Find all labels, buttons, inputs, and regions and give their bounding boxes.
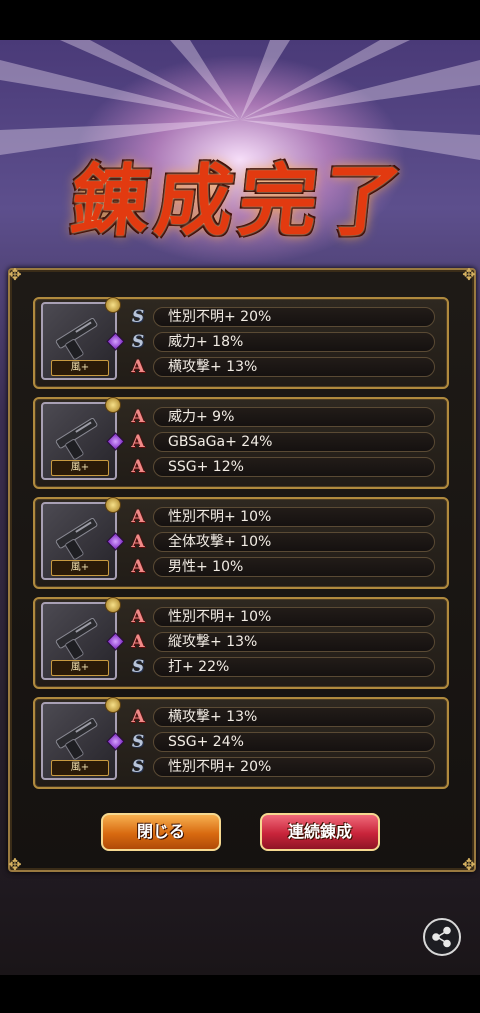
stat-row: S 性別不明+ 20%: [129, 307, 435, 327]
share-button[interactable]: [423, 918, 461, 956]
stat-row: S SSG+ 24%: [129, 732, 435, 752]
gold-coin-icon: [105, 397, 121, 413]
rank-badge: A: [131, 432, 145, 452]
rank-badge: A: [131, 532, 145, 552]
stat-text: 威力+ 18%: [153, 332, 435, 352]
ornament-icon: ✥: [8, 855, 22, 874]
status-bar: [0, 0, 480, 40]
item-card: 風+ S 性別不明+ 20% S 威力+ 18% A 横攻撃+ 13%: [33, 297, 449, 389]
stat-row: S 威力+ 18%: [129, 332, 435, 352]
stat-row: A 横攻撃+ 13%: [129, 707, 435, 727]
gold-coin-icon: [105, 497, 121, 513]
rank-badge: A: [131, 607, 145, 627]
stat-row: A 全体攻撃+ 10%: [129, 532, 435, 552]
stat-row: A 縦攻撃+ 13%: [129, 632, 435, 652]
rank-badge: A: [131, 632, 145, 652]
stat-text: 性別不明+ 20%: [153, 307, 435, 327]
weapon-element-label: 風+: [51, 560, 109, 576]
repeat-refine-button[interactable]: 連続錬成: [260, 813, 380, 851]
navigation-bar: [0, 975, 480, 1013]
rank-badge: S: [131, 307, 145, 327]
stat-text: 性別不明+ 10%: [153, 507, 435, 527]
rank-badge: A: [131, 407, 145, 427]
stat-text: SSG+ 12%: [153, 457, 435, 477]
rank-badge: A: [131, 357, 145, 377]
gold-coin-icon: [105, 297, 121, 313]
stat-text: 横攻撃+ 13%: [153, 357, 435, 377]
rank-badge: A: [131, 707, 145, 727]
gold-coin-icon: [105, 697, 121, 713]
stat-row: A 性別不明+ 10%: [129, 607, 435, 627]
item-card: 風+ A 性別不明+ 10% A 全体攻撃+ 10% A 男性+ 10%: [33, 497, 449, 589]
item-card: 風+ A 威力+ 9% A GBSaGa+ 24% A SSG+ 12%: [33, 397, 449, 489]
rank-badge: S: [131, 332, 145, 352]
item-card: 風+ A 横攻撃+ 13% S SSG+ 24% S 性別不明+ 20%: [33, 697, 449, 789]
rank-badge: A: [131, 557, 145, 577]
ornament-icon: ✥: [8, 265, 22, 284]
stat-text: GBSaGa+ 24%: [153, 432, 435, 452]
stat-text: 打+ 22%: [153, 657, 435, 677]
weapon-element-label: 風+: [51, 660, 109, 676]
stat-row: A 性別不明+ 10%: [129, 507, 435, 527]
stat-row: A 威力+ 9%: [129, 407, 435, 427]
weapon-element-label: 風+: [51, 360, 109, 376]
close-button[interactable]: 閉じる: [101, 813, 221, 851]
stat-text: 全体攻撃+ 10%: [153, 532, 435, 552]
page-title: 錬成完了: [66, 156, 413, 247]
rank-badge: A: [131, 507, 145, 527]
stat-row: A 男性+ 10%: [129, 557, 435, 577]
share-icon: [432, 926, 451, 948]
rank-badge: S: [131, 657, 145, 677]
rank-badge: A: [131, 457, 145, 477]
rank-badge: S: [131, 757, 145, 777]
stat-text: 縦攻撃+ 13%: [153, 632, 435, 652]
stat-row: A SSG+ 12%: [129, 457, 435, 477]
stat-text: 男性+ 10%: [153, 557, 435, 577]
stat-text: SSG+ 24%: [153, 732, 435, 752]
stat-text: 横攻撃+ 13%: [153, 707, 435, 727]
gold-coin-icon: [105, 597, 121, 613]
stat-text: 性別不明+ 20%: [153, 757, 435, 777]
stat-row: A 横攻撃+ 13%: [129, 357, 435, 377]
stat-row: S 打+ 22%: [129, 657, 435, 677]
item-card: 風+ A 性別不明+ 10% A 縦攻撃+ 13% S 打+ 22%: [33, 597, 449, 689]
weapon-element-label: 風+: [51, 460, 109, 476]
rank-badge: S: [131, 732, 145, 752]
stat-row: S 性別不明+ 20%: [129, 757, 435, 777]
ornament-icon: ✥: [462, 265, 476, 284]
stat-text: 威力+ 9%: [153, 407, 435, 427]
ornament-icon: ✥: [462, 855, 476, 874]
stat-text: 性別不明+ 10%: [153, 607, 435, 627]
weapon-element-label: 風+: [51, 760, 109, 776]
stat-row: A GBSaGa+ 24%: [129, 432, 435, 452]
